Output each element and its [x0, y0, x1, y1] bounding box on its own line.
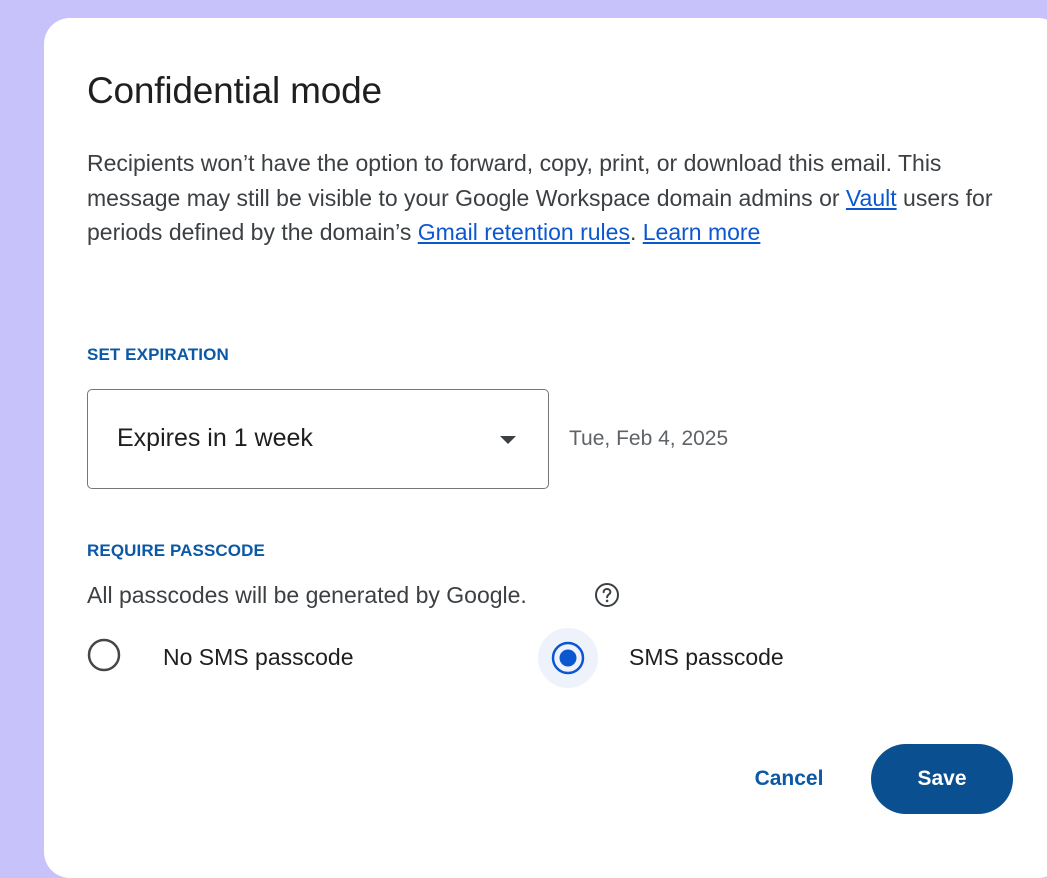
- no-sms-passcode-label: No SMS passcode: [163, 644, 354, 670]
- expiration-select-value: Expires in 1 week: [117, 424, 313, 452]
- radio-unselected-icon[interactable]: [87, 638, 121, 672]
- expiration-date: Tue, Feb 4, 2025: [569, 427, 729, 450]
- vault-link[interactable]: Vault: [846, 185, 897, 211]
- set-expiration-label: SET EXPIRATION: [87, 345, 229, 364]
- learn-more-link[interactable]: Learn more: [643, 219, 761, 245]
- save-button[interactable]: Save: [871, 744, 1013, 814]
- passcode-note: All passcodes will be generated by Googl…: [87, 582, 527, 608]
- help-circle-icon[interactable]: [594, 582, 620, 608]
- require-passcode-label: REQUIRE PASSCODE: [87, 541, 265, 560]
- cancel-button[interactable]: Cancel: [734, 744, 844, 814]
- confidential-mode-dialog: Confidential mode Recipients won’t have …: [44, 18, 1047, 878]
- sms-passcode-label: SMS passcode: [629, 644, 784, 670]
- description-text-3: .: [629, 219, 643, 245]
- gmail-retention-rules-link[interactable]: Gmail retention rules: [418, 219, 630, 245]
- radio-selected-icon[interactable]: [551, 641, 585, 675]
- dialog-description: Recipients won’t have the option to forw…: [87, 146, 1017, 250]
- description-text-1: Recipients won’t have the option to forw…: [87, 150, 942, 211]
- expiration-select[interactable]: Expires in 1 week: [87, 389, 549, 489]
- chevron-down-icon: [500, 436, 516, 444]
- dialog-title: Confidential mode: [87, 70, 382, 111]
